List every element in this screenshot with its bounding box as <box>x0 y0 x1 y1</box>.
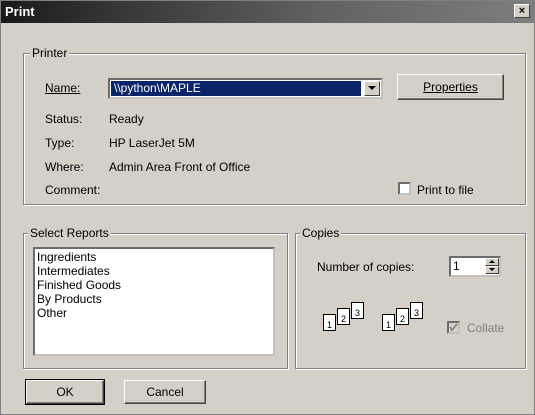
reports-group-legend: Select Reports <box>28 226 111 240</box>
page-icon-2: 2 <box>396 308 409 325</box>
cancel-button[interactable]: Cancel <box>124 380 206 404</box>
print-to-file-label[interactable]: Print to file <box>417 183 474 197</box>
printer-name-value: \\python\MAPLE <box>111 81 361 96</box>
chevron-down-icon[interactable] <box>364 81 380 96</box>
list-item[interactable]: Other <box>37 306 271 320</box>
ok-button[interactable]: OK <box>25 379 105 405</box>
copies-value[interactable]: 1 <box>453 259 460 273</box>
comment-label: Comment: <box>45 183 101 197</box>
print-to-file-checkbox[interactable] <box>398 182 411 195</box>
title-bar[interactable]: Print × <box>1 1 534 23</box>
name-label: Name: <box>45 81 81 95</box>
close-button[interactable]: × <box>514 4 530 18</box>
page-icon-3: 3 <box>351 302 364 319</box>
status-value: Ready <box>109 112 144 126</box>
spin-down-icon[interactable] <box>485 266 499 274</box>
list-item[interactable]: Finished Goods <box>37 278 271 292</box>
check-icon <box>449 323 458 332</box>
reports-listbox[interactable]: Ingredients Intermediates Finished Goods… <box>33 247 275 356</box>
page-icon-1: 1 <box>323 314 336 331</box>
window-title: Print <box>5 4 35 19</box>
number-of-copies-label: Number of copies: <box>317 260 415 274</box>
copies-group-legend: Copies <box>300 226 342 240</box>
spin-up-icon[interactable] <box>485 258 499 266</box>
where-label: Where: <box>45 160 84 174</box>
type-value: HP LaserJet 5M <box>109 136 195 150</box>
collate-label[interactable]: Collate <box>467 321 504 335</box>
print-dialog: Print × Printer Name: \\python\MAPLE Pro… <box>0 0 535 415</box>
page-icon-3: 3 <box>410 302 423 319</box>
printer-name-select[interactable]: \\python\MAPLE <box>108 78 383 99</box>
copies-group: Copies <box>295 226 526 369</box>
list-item[interactable]: By Products <box>37 292 271 306</box>
where-value: Admin Area Front of Office <box>109 160 251 174</box>
properties-button[interactable]: Properties <box>397 74 504 100</box>
type-label: Type: <box>45 136 75 150</box>
collate-checkbox[interactable] <box>447 321 460 334</box>
page-icon-1: 1 <box>382 314 395 331</box>
page-icon-2: 2 <box>337 308 350 325</box>
list-item[interactable]: Intermediates <box>37 264 271 278</box>
printer-group-legend: Printer <box>30 46 70 60</box>
status-label: Status: <box>45 112 83 126</box>
copies-stepper[interactable]: 1 <box>449 256 501 277</box>
list-item[interactable]: Ingredients <box>37 250 271 264</box>
